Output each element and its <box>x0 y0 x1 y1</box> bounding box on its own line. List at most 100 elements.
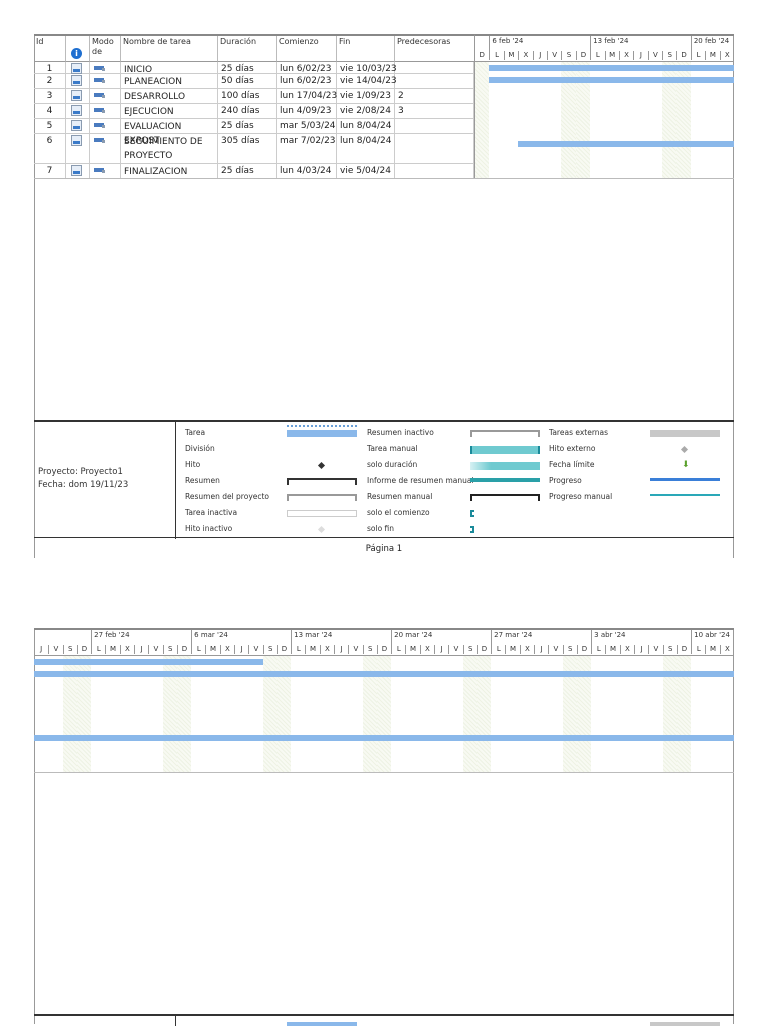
table-bottom-border-2 <box>34 772 734 773</box>
cell-pred: 2 <box>395 89 474 104</box>
table-row[interactable]: 2 PLANEACION 50 días lun 6/02/23 vie 14/04/2… <box>34 74 474 89</box>
timescale-day: X <box>519 645 534 654</box>
header-info[interactable]: i <box>66 36 90 62</box>
summary-swatch <box>287 478 357 485</box>
header-duracion[interactable]: Duración <box>218 36 277 62</box>
timescale-day: J <box>633 51 647 60</box>
header-id[interactable]: Id <box>34 36 66 62</box>
cell-comienzo: lun 6/02/23 <box>277 62 337 74</box>
timescale-border <box>34 655 734 656</box>
legend-label: Resumen inactivo <box>367 428 434 437</box>
timescale-day: S <box>362 645 377 654</box>
cell-id: 1 <box>34 62 66 74</box>
header-predecesoras[interactable]: Predecesoras <box>395 36 474 62</box>
cell-fin: vie 5/04/24 <box>337 164 395 179</box>
table-row[interactable]: 5 EVALUACION EXPOST 25 días mar 5/03/24 lun … <box>34 119 474 146</box>
auto-schedule-icon <box>94 108 105 113</box>
cell-pred: 3 <box>395 104 474 119</box>
auto-schedule-icon <box>94 168 105 173</box>
cell-duracion: 25 días <box>218 119 277 134</box>
deadline-icon: ⬇ <box>682 460 690 470</box>
cell-fin: lun 8/04/24 <box>337 134 395 164</box>
timescale-day: S <box>262 645 277 654</box>
calendar-icon <box>71 63 82 74</box>
legend-label: Resumen <box>185 476 220 485</box>
timescale-day: V <box>148 645 162 654</box>
cell-comienzo: lun 17/04/23 <box>277 89 337 104</box>
cell-duracion: 50 días <box>218 74 277 89</box>
timescale-day: M <box>505 645 519 654</box>
page-footer: Página 1 <box>34 537 734 558</box>
timescale-day: L <box>691 645 705 654</box>
header-fin[interactable]: Fin <box>337 36 395 62</box>
timescale-day: D <box>676 645 691 654</box>
timescale-day: X <box>219 645 234 654</box>
legend-swatch <box>287 1022 357 1026</box>
cell-indicator <box>66 104 90 119</box>
calendar-icon <box>71 105 82 116</box>
task-bar[interactable] <box>34 671 734 677</box>
table-row[interactable]: 4 EJECUCION 240 días lun 4/09/23 vie 2/08/24… <box>34 104 474 119</box>
timescale-day: V <box>448 645 462 654</box>
cell-fin: vie 10/03/23 <box>337 62 397 74</box>
task-bar[interactable] <box>34 735 734 741</box>
cell-modo <box>90 164 121 179</box>
timescale-day: M <box>705 51 719 60</box>
timescale-day: X <box>619 645 634 654</box>
timescale-day: X <box>719 51 734 60</box>
cell-comienzo: mar 5/03/24 <box>277 119 337 134</box>
legend-label: solo duración <box>367 460 418 469</box>
cell-modo <box>90 62 121 74</box>
timescale-day: S <box>462 645 477 654</box>
legend-label: Progreso manual <box>549 492 613 501</box>
timescale-day: L <box>590 51 604 60</box>
project-info: Proyecto: Proyecto1 Fecha: dom 19/11/23 <box>38 466 128 492</box>
table-row[interactable]: 1 INICIO 25 días lun 6/02/23 vie 10/03/23 <box>34 62 474 75</box>
task-bar[interactable] <box>489 65 734 71</box>
auto-schedule-icon <box>94 138 105 143</box>
task-bar[interactable] <box>489 77 734 83</box>
gantt-chart-page-1: 6 feb '24 13 feb '24 20 feb '24 D L M X J V S D L M X… <box>474 34 734 178</box>
timescale-day: V <box>548 645 562 654</box>
cell-indicator <box>66 164 90 179</box>
timescale-day: M <box>105 645 119 654</box>
cell-pred <box>395 164 474 179</box>
cell-id: 5 <box>34 119 66 134</box>
task-bar[interactable] <box>34 659 263 665</box>
cell-modo <box>90 74 121 89</box>
header-nombre[interactable]: Nombre de tarea <box>121 36 218 62</box>
timescale-day: S <box>562 645 577 654</box>
cell-indicator <box>66 62 90 74</box>
timescale-day: L <box>391 645 405 654</box>
table-row[interactable]: 7 FINALIZACION 25 días lun 4/03/24 vie 5/04/… <box>34 164 474 179</box>
summary-swatch <box>287 494 357 501</box>
timescale-day: S <box>561 51 575 60</box>
legend-label: Hito inactivo <box>185 524 233 533</box>
legend-swatch <box>470 446 540 454</box>
legend-label: Hito externo <box>549 444 596 453</box>
header-comienzo[interactable]: Comienzo <box>277 36 337 62</box>
project-date: Fecha: dom 19/11/23 <box>38 480 129 490</box>
header-modo[interactable]: Modo de <box>90 36 121 62</box>
timescale-day: S <box>62 645 77 654</box>
cell-pred <box>395 119 474 134</box>
timescale-day: L <box>291 645 305 654</box>
project-name: Proyecto: Proyecto1 <box>38 467 123 477</box>
legend-label: Tarea inactiva <box>185 508 238 517</box>
cell-fin: vie 14/04/23 <box>337 74 397 89</box>
table-row[interactable]: 3 DESARROLLO 100 días lun 17/04/23 vie 1/09/… <box>34 89 474 104</box>
timescale-day: X <box>518 51 532 60</box>
legend-swatch <box>470 478 540 482</box>
legend-swatch <box>650 478 720 481</box>
timescale-day: X <box>618 51 633 60</box>
timescale-day: V <box>648 645 662 654</box>
cell-nombre: DESARROLLO <box>121 89 218 104</box>
legend-label: solo fin <box>367 524 395 533</box>
cell-duracion: 25 días <box>218 164 277 179</box>
cell-nombre: PLANEACION <box>121 74 218 89</box>
task-bar[interactable] <box>518 141 734 147</box>
table-row[interactable]: 6 SEGUIMIENTO DE PROYECTO 305 días mar 7/02… <box>34 134 474 164</box>
timescale-day: V <box>647 51 662 60</box>
timescale-day: V <box>248 645 262 654</box>
timescale-day: L <box>191 645 205 654</box>
